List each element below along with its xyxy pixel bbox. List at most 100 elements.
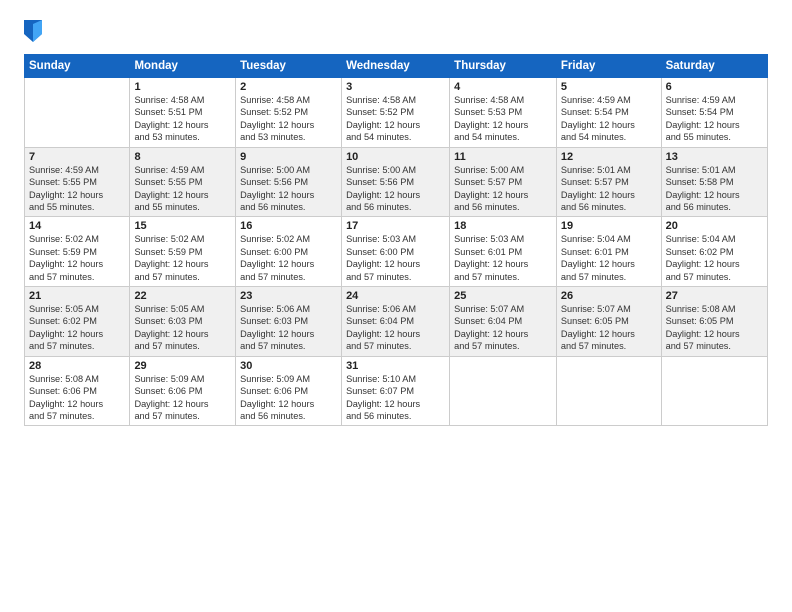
calendar-day-cell bbox=[450, 356, 557, 426]
day-info: Sunrise: 4:59 AM Sunset: 5:55 PM Dayligh… bbox=[29, 164, 125, 214]
day-info: Sunrise: 4:58 AM Sunset: 5:52 PM Dayligh… bbox=[240, 94, 337, 144]
day-info: Sunrise: 5:02 AM Sunset: 6:00 PM Dayligh… bbox=[240, 233, 337, 283]
col-friday: Friday bbox=[556, 55, 661, 78]
day-number: 5 bbox=[561, 81, 657, 93]
day-number: 19 bbox=[561, 220, 657, 232]
calendar-day-cell: 26Sunrise: 5:07 AM Sunset: 6:05 PM Dayli… bbox=[556, 287, 661, 357]
calendar-week-row: 28Sunrise: 5:08 AM Sunset: 6:06 PM Dayli… bbox=[25, 356, 768, 426]
day-info: Sunrise: 5:01 AM Sunset: 5:58 PM Dayligh… bbox=[666, 164, 763, 214]
day-number: 16 bbox=[240, 220, 337, 232]
calendar-day-cell bbox=[556, 356, 661, 426]
calendar-day-cell: 8Sunrise: 4:59 AM Sunset: 5:55 PM Daylig… bbox=[130, 147, 236, 217]
day-info: Sunrise: 4:59 AM Sunset: 5:54 PM Dayligh… bbox=[561, 94, 657, 144]
day-info: Sunrise: 5:02 AM Sunset: 5:59 PM Dayligh… bbox=[29, 233, 125, 283]
day-number: 6 bbox=[666, 81, 763, 93]
day-number: 23 bbox=[240, 290, 337, 302]
day-number: 20 bbox=[666, 220, 763, 232]
day-info: Sunrise: 5:05 AM Sunset: 6:03 PM Dayligh… bbox=[134, 303, 231, 353]
calendar-day-cell: 25Sunrise: 5:07 AM Sunset: 6:04 PM Dayli… bbox=[450, 287, 557, 357]
col-monday: Monday bbox=[130, 55, 236, 78]
calendar-day-cell: 27Sunrise: 5:08 AM Sunset: 6:05 PM Dayli… bbox=[661, 287, 767, 357]
day-number: 30 bbox=[240, 360, 337, 372]
day-info: Sunrise: 4:58 AM Sunset: 5:51 PM Dayligh… bbox=[134, 94, 231, 144]
day-number: 13 bbox=[666, 151, 763, 163]
day-number: 28 bbox=[29, 360, 125, 372]
calendar-day-cell: 3Sunrise: 4:58 AM Sunset: 5:52 PM Daylig… bbox=[342, 78, 450, 148]
logo-icon bbox=[24, 20, 42, 42]
calendar-day-cell: 29Sunrise: 5:09 AM Sunset: 6:06 PM Dayli… bbox=[130, 356, 236, 426]
day-info: Sunrise: 5:08 AM Sunset: 6:06 PM Dayligh… bbox=[29, 373, 125, 423]
day-number: 24 bbox=[346, 290, 445, 302]
day-info: Sunrise: 5:02 AM Sunset: 5:59 PM Dayligh… bbox=[134, 233, 231, 283]
calendar-day-cell: 15Sunrise: 5:02 AM Sunset: 5:59 PM Dayli… bbox=[130, 217, 236, 287]
day-number: 26 bbox=[561, 290, 657, 302]
calendar-day-cell: 18Sunrise: 5:03 AM Sunset: 6:01 PM Dayli… bbox=[450, 217, 557, 287]
day-number: 29 bbox=[134, 360, 231, 372]
calendar-day-cell: 24Sunrise: 5:06 AM Sunset: 6:04 PM Dayli… bbox=[342, 287, 450, 357]
day-info: Sunrise: 5:09 AM Sunset: 6:06 PM Dayligh… bbox=[240, 373, 337, 423]
day-number: 1 bbox=[134, 81, 231, 93]
header bbox=[24, 20, 768, 42]
calendar-day-cell: 12Sunrise: 5:01 AM Sunset: 5:57 PM Dayli… bbox=[556, 147, 661, 217]
calendar-day-cell: 31Sunrise: 5:10 AM Sunset: 6:07 PM Dayli… bbox=[342, 356, 450, 426]
day-info: Sunrise: 5:00 AM Sunset: 5:57 PM Dayligh… bbox=[454, 164, 552, 214]
calendar-day-cell: 30Sunrise: 5:09 AM Sunset: 6:06 PM Dayli… bbox=[236, 356, 342, 426]
day-info: Sunrise: 5:09 AM Sunset: 6:06 PM Dayligh… bbox=[134, 373, 231, 423]
day-info: Sunrise: 4:59 AM Sunset: 5:55 PM Dayligh… bbox=[134, 164, 231, 214]
day-info: Sunrise: 5:07 AM Sunset: 6:04 PM Dayligh… bbox=[454, 303, 552, 353]
calendar-table: Sunday Monday Tuesday Wednesday Thursday… bbox=[24, 54, 768, 426]
calendar-week-row: 21Sunrise: 5:05 AM Sunset: 6:02 PM Dayli… bbox=[25, 287, 768, 357]
day-number: 27 bbox=[666, 290, 763, 302]
calendar-day-cell: 17Sunrise: 5:03 AM Sunset: 6:00 PM Dayli… bbox=[342, 217, 450, 287]
day-number: 9 bbox=[240, 151, 337, 163]
day-info: Sunrise: 5:00 AM Sunset: 5:56 PM Dayligh… bbox=[240, 164, 337, 214]
calendar-day-cell: 13Sunrise: 5:01 AM Sunset: 5:58 PM Dayli… bbox=[661, 147, 767, 217]
col-thursday: Thursday bbox=[450, 55, 557, 78]
calendar-day-cell: 4Sunrise: 4:58 AM Sunset: 5:53 PM Daylig… bbox=[450, 78, 557, 148]
day-info: Sunrise: 5:04 AM Sunset: 6:01 PM Dayligh… bbox=[561, 233, 657, 283]
calendar-day-cell bbox=[661, 356, 767, 426]
day-number: 4 bbox=[454, 81, 552, 93]
day-number: 22 bbox=[134, 290, 231, 302]
day-info: Sunrise: 5:01 AM Sunset: 5:57 PM Dayligh… bbox=[561, 164, 657, 214]
day-info: Sunrise: 5:03 AM Sunset: 6:00 PM Dayligh… bbox=[346, 233, 445, 283]
calendar-day-cell: 1Sunrise: 4:58 AM Sunset: 5:51 PM Daylig… bbox=[130, 78, 236, 148]
day-number: 11 bbox=[454, 151, 552, 163]
calendar-day-cell bbox=[25, 78, 130, 148]
calendar-day-cell: 9Sunrise: 5:00 AM Sunset: 5:56 PM Daylig… bbox=[236, 147, 342, 217]
logo bbox=[24, 20, 45, 42]
day-info: Sunrise: 5:10 AM Sunset: 6:07 PM Dayligh… bbox=[346, 373, 445, 423]
day-number: 12 bbox=[561, 151, 657, 163]
day-info: Sunrise: 5:00 AM Sunset: 5:56 PM Dayligh… bbox=[346, 164, 445, 214]
day-info: Sunrise: 5:04 AM Sunset: 6:02 PM Dayligh… bbox=[666, 233, 763, 283]
day-info: Sunrise: 5:06 AM Sunset: 6:03 PM Dayligh… bbox=[240, 303, 337, 353]
day-number: 8 bbox=[134, 151, 231, 163]
day-info: Sunrise: 4:58 AM Sunset: 5:53 PM Dayligh… bbox=[454, 94, 552, 144]
day-number: 31 bbox=[346, 360, 445, 372]
day-number: 17 bbox=[346, 220, 445, 232]
day-info: Sunrise: 5:06 AM Sunset: 6:04 PM Dayligh… bbox=[346, 303, 445, 353]
day-number: 2 bbox=[240, 81, 337, 93]
calendar-day-cell: 10Sunrise: 5:00 AM Sunset: 5:56 PM Dayli… bbox=[342, 147, 450, 217]
calendar-day-cell: 28Sunrise: 5:08 AM Sunset: 6:06 PM Dayli… bbox=[25, 356, 130, 426]
calendar-day-cell: 16Sunrise: 5:02 AM Sunset: 6:00 PM Dayli… bbox=[236, 217, 342, 287]
calendar-day-cell: 6Sunrise: 4:59 AM Sunset: 5:54 PM Daylig… bbox=[661, 78, 767, 148]
calendar-day-cell: 21Sunrise: 5:05 AM Sunset: 6:02 PM Dayli… bbox=[25, 287, 130, 357]
day-number: 21 bbox=[29, 290, 125, 302]
day-info: Sunrise: 5:05 AM Sunset: 6:02 PM Dayligh… bbox=[29, 303, 125, 353]
day-number: 3 bbox=[346, 81, 445, 93]
calendar-day-cell: 20Sunrise: 5:04 AM Sunset: 6:02 PM Dayli… bbox=[661, 217, 767, 287]
day-number: 7 bbox=[29, 151, 125, 163]
calendar-header-row: Sunday Monday Tuesday Wednesday Thursday… bbox=[25, 55, 768, 78]
calendar-day-cell: 7Sunrise: 4:59 AM Sunset: 5:55 PM Daylig… bbox=[25, 147, 130, 217]
day-number: 18 bbox=[454, 220, 552, 232]
page: Sunday Monday Tuesday Wednesday Thursday… bbox=[0, 0, 792, 612]
calendar-day-cell: 11Sunrise: 5:00 AM Sunset: 5:57 PM Dayli… bbox=[450, 147, 557, 217]
calendar-week-row: 7Sunrise: 4:59 AM Sunset: 5:55 PM Daylig… bbox=[25, 147, 768, 217]
day-info: Sunrise: 4:59 AM Sunset: 5:54 PM Dayligh… bbox=[666, 94, 763, 144]
day-number: 15 bbox=[134, 220, 231, 232]
day-number: 25 bbox=[454, 290, 552, 302]
day-info: Sunrise: 5:08 AM Sunset: 6:05 PM Dayligh… bbox=[666, 303, 763, 353]
calendar-week-row: 14Sunrise: 5:02 AM Sunset: 5:59 PM Dayli… bbox=[25, 217, 768, 287]
calendar-day-cell: 14Sunrise: 5:02 AM Sunset: 5:59 PM Dayli… bbox=[25, 217, 130, 287]
